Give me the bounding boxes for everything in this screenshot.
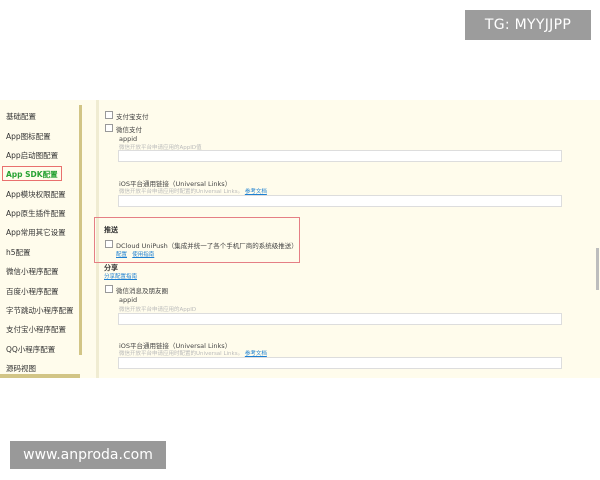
unipush-checkbox[interactable] [105,240,113,248]
wechatpay-checkbox[interactable] [105,124,113,132]
sidebar-item-app-plugins[interactable]: App原生插件配置 [6,208,66,219]
sidebar-item-toutiao-mp[interactable]: 字节跳动小程序配置 [6,305,74,316]
wechatpay-ulink-hint: 微信开放平台申请应用时配置的Universal Links。 参考文档 [119,187,267,195]
tg-watermark: TG: MYYJJPP [465,10,591,40]
sidebar-item-app-modules[interactable]: App模块权限配置 [6,189,66,200]
sidebar-item-basic[interactable]: 基础配置 [6,111,36,122]
share-ulink-input[interactable] [118,357,562,369]
share-appid-input[interactable] [118,313,562,325]
sidebar-bottom-bar [0,374,80,378]
wechatpay-appid-label: appid [119,135,138,143]
alipay-label: 支付宝支付 [116,113,149,121]
sidebar: 基础配置 App图标配置 App启动图配置 App SDK配置 App模块权限配… [0,100,80,378]
wechat-share-checkbox[interactable] [105,285,113,293]
sidebar-item-qq-mp[interactable]: QQ小程序配置 [6,344,55,355]
manifest-editor: 基础配置 App图标配置 App启动图配置 App SDK配置 App模块权限配… [0,100,600,378]
sidebar-item-source-view[interactable]: 源码视图 [6,363,36,374]
alipay-checkbox[interactable] [105,111,113,119]
sidebar-item-app-sdk[interactable]: App SDK配置 [2,166,62,181]
unipush-config-link[interactable]: 配置 [116,252,127,258]
wechat-share-label: 微信消息及朋友圈 [116,287,168,295]
share-appid-hint: 微信开放平台申请应用的AppID [119,307,197,313]
share-config-link[interactable]: 分享配置指南 [104,274,137,280]
wechatpay-ulink-input[interactable] [118,195,562,207]
sidebar-item-alipay-mp[interactable]: 支付宝小程序配置 [6,324,66,335]
unipush-label: DCloud UniPush（集成并统一了各个手机厂商的系统级推送） [116,242,298,250]
sidebar-item-app-icon[interactable]: App图标配置 [6,131,51,142]
sidebar-item-h5[interactable]: h5配置 [6,247,31,258]
share-ulink-hint: 微信开放平台申请应用时配置的Universal Links。 参考文档 [119,349,267,357]
wechatpay-appid-input[interactable] [118,150,562,162]
unipush-links: 配置 使用指南 [116,250,154,258]
unipush-guide-link[interactable]: 使用指南 [132,252,154,258]
wechatpay-label: 微信支付 [116,126,142,134]
share-appid-label: appid [119,296,138,304]
sidebar-item-app-other[interactable]: App常用其它设置 [6,227,66,238]
sidebar-divider [79,105,82,355]
sidebar-item-baidu-mp[interactable]: 百度小程序配置 [6,286,59,297]
site-watermark: www.anproda.com [10,441,166,469]
push-section-title: 推送 [104,226,118,234]
share-config-link-row: 分享配置指南 [104,272,137,280]
sidebar-item-app-splash[interactable]: App启动图配置 [6,150,58,161]
sidebar-item-weixin-mp[interactable]: 微信小程序配置 [6,266,59,277]
content-scrollbar[interactable] [596,248,599,290]
